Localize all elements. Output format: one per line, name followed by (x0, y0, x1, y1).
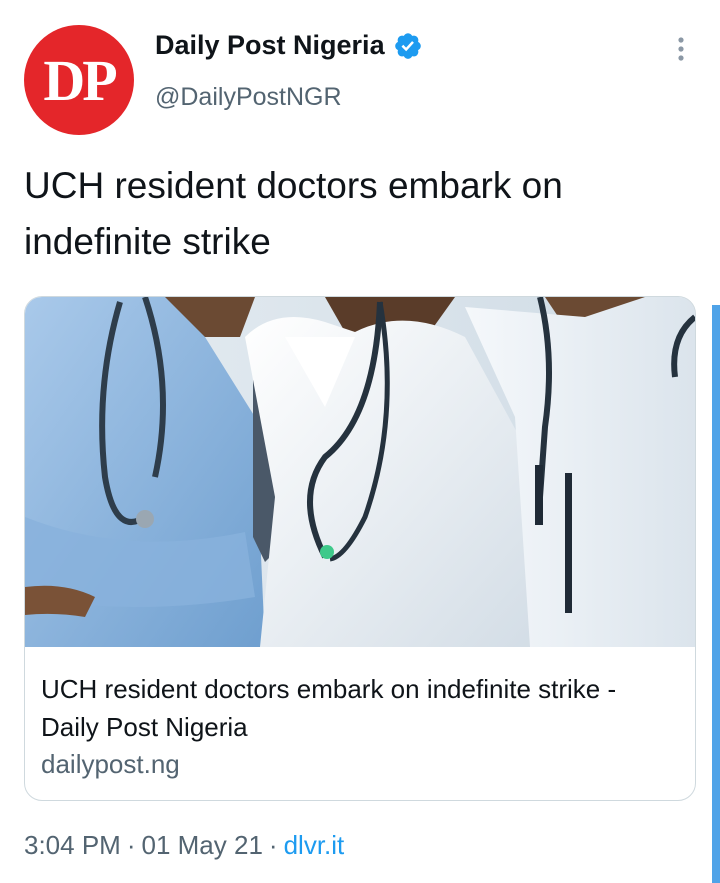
doctors-with-stethoscopes-image (25, 297, 695, 647)
tweet-time[interactable]: 3:04 PM (24, 830, 121, 860)
link-card-title: UCH resident doctors embark on indefinit… (41, 674, 617, 742)
meta-separator: · (268, 830, 278, 860)
link-card[interactable]: UCH resident doctors embark on indefinit… (24, 296, 696, 801)
verified-badge-icon (394, 32, 421, 59)
tweet-meta: 3:04 PM · 01 May 21 · dlvr.it (24, 830, 344, 861)
avatar-logo-text: DP (43, 48, 117, 113)
more-vertical-icon[interactable] (666, 34, 696, 64)
avatar[interactable]: DP (24, 25, 134, 135)
author-handle[interactable]: @DailyPostNGR (155, 83, 342, 112)
tweet-source-link[interactable]: dlvr.it (284, 830, 345, 860)
author-display-name[interactable]: Daily Post Nigeria (155, 30, 385, 61)
author-name-row: Daily Post Nigeria (155, 30, 423, 61)
tweet-date[interactable]: 01 May 21 (142, 830, 263, 860)
tweet-text: UCH resident doctors embark on indefinit… (24, 165, 563, 262)
meta-separator: · (126, 830, 136, 860)
scrollbar[interactable] (712, 305, 720, 883)
link-card-domain: dailypost.ng (41, 749, 180, 779)
